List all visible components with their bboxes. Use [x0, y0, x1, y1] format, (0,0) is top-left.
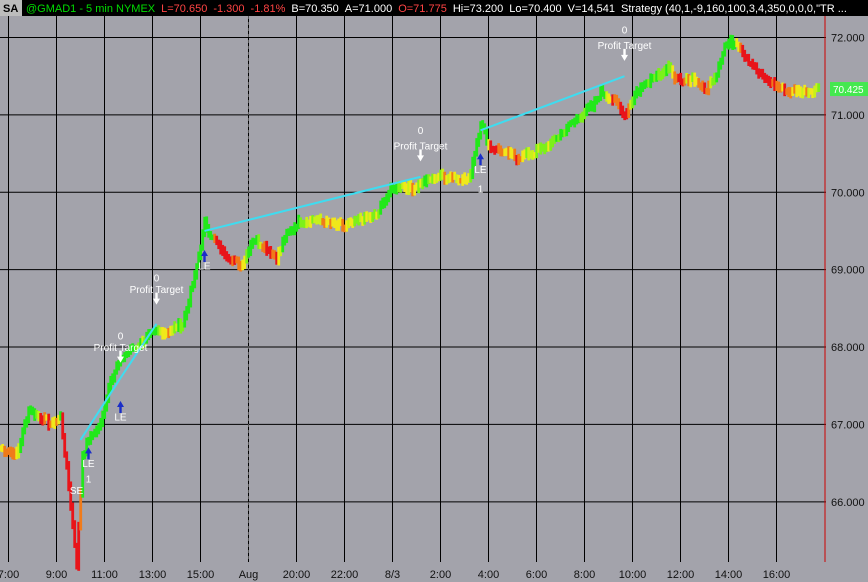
signal-label: Profit Target	[598, 41, 652, 52]
signal-label: Profit Target	[130, 285, 184, 296]
signal-label: LE	[474, 165, 487, 176]
price-change-pct: -1.81%	[251, 3, 286, 15]
y-tick-label: 69.000	[831, 265, 865, 277]
x-tick-label: 10:00	[619, 569, 647, 581]
x-tick-label: 8:00	[574, 569, 595, 581]
open-price: O=71.775	[398, 3, 447, 15]
chart-window: 72.000 71.000 70.000 69.000 68.000 67.000 66.0…	[0, 0, 868, 582]
strategy-params: Strategy (40,1,-9,160,100,3,4,350,0,0,0,…	[621, 3, 847, 15]
x-tick-label: 14:00	[715, 569, 743, 581]
x-tick-label: 20:00	[283, 569, 311, 581]
x-tick-label: 13:00	[139, 569, 167, 581]
signal-label: Profit Target	[394, 142, 448, 153]
x-tick-label: 6:00	[526, 569, 547, 581]
signal-label: LE	[114, 413, 127, 424]
signal-label: 0	[118, 331, 124, 342]
last-price-value: 70.425	[833, 85, 864, 96]
y-tick-label: 68.000	[831, 342, 865, 354]
signal-label: 1	[86, 474, 92, 485]
signal-label: 1	[478, 184, 484, 195]
x-tick-label: 9:00	[46, 569, 67, 581]
volume: V=14,541	[568, 3, 615, 15]
y-tick-label: 71.000	[831, 110, 865, 122]
signal-label: SE	[70, 486, 84, 497]
ask-price: A=71.000	[345, 3, 392, 15]
price-bar	[817, 83, 821, 92]
y-tick-label: 72.000	[831, 32, 865, 44]
symbol-label: @GMAD1 - 5 min NYMEX	[26, 3, 156, 15]
x-tick-label: 2:00	[430, 569, 451, 581]
x-tick-label: 8/3	[385, 569, 400, 581]
signal-label: LE	[198, 262, 211, 273]
signal-label: 0	[418, 126, 424, 137]
plot-area	[0, 16, 826, 562]
x-tick-label: 12:00	[667, 569, 695, 581]
strategy-badge-label: SA	[3, 3, 18, 15]
signal-label: 0	[622, 26, 628, 37]
price-axis	[826, 16, 868, 562]
x-tick-label: 7:00	[0, 569, 19, 581]
x-tick-label: 15:00	[187, 569, 215, 581]
signal-label: 0	[154, 273, 160, 284]
x-tick-label: 4:00	[478, 569, 499, 581]
x-tick-label: 11:00	[91, 569, 118, 581]
price-chart[interactable]: 72.000 71.000 70.000 69.000 68.000 67.000 66.0…	[0, 0, 868, 582]
last-price: L=70.650	[161, 3, 207, 15]
bid-price: B=70.350	[291, 3, 338, 15]
low-price: Lo=70.400	[509, 3, 561, 15]
signal-label: LE	[82, 459, 95, 470]
y-tick-label: 67.000	[831, 419, 865, 431]
x-tick-label: 22:00	[331, 569, 359, 581]
y-tick-label: 70.000	[831, 187, 865, 199]
price-change: -1.300	[213, 3, 244, 15]
x-tick-label: Aug	[239, 569, 259, 581]
y-tick-label: 66.000	[831, 497, 865, 509]
x-tick-label: 16:00	[763, 569, 791, 581]
signal-label: Profit Target	[94, 343, 148, 354]
high-price: Hi=73.200	[453, 3, 503, 15]
